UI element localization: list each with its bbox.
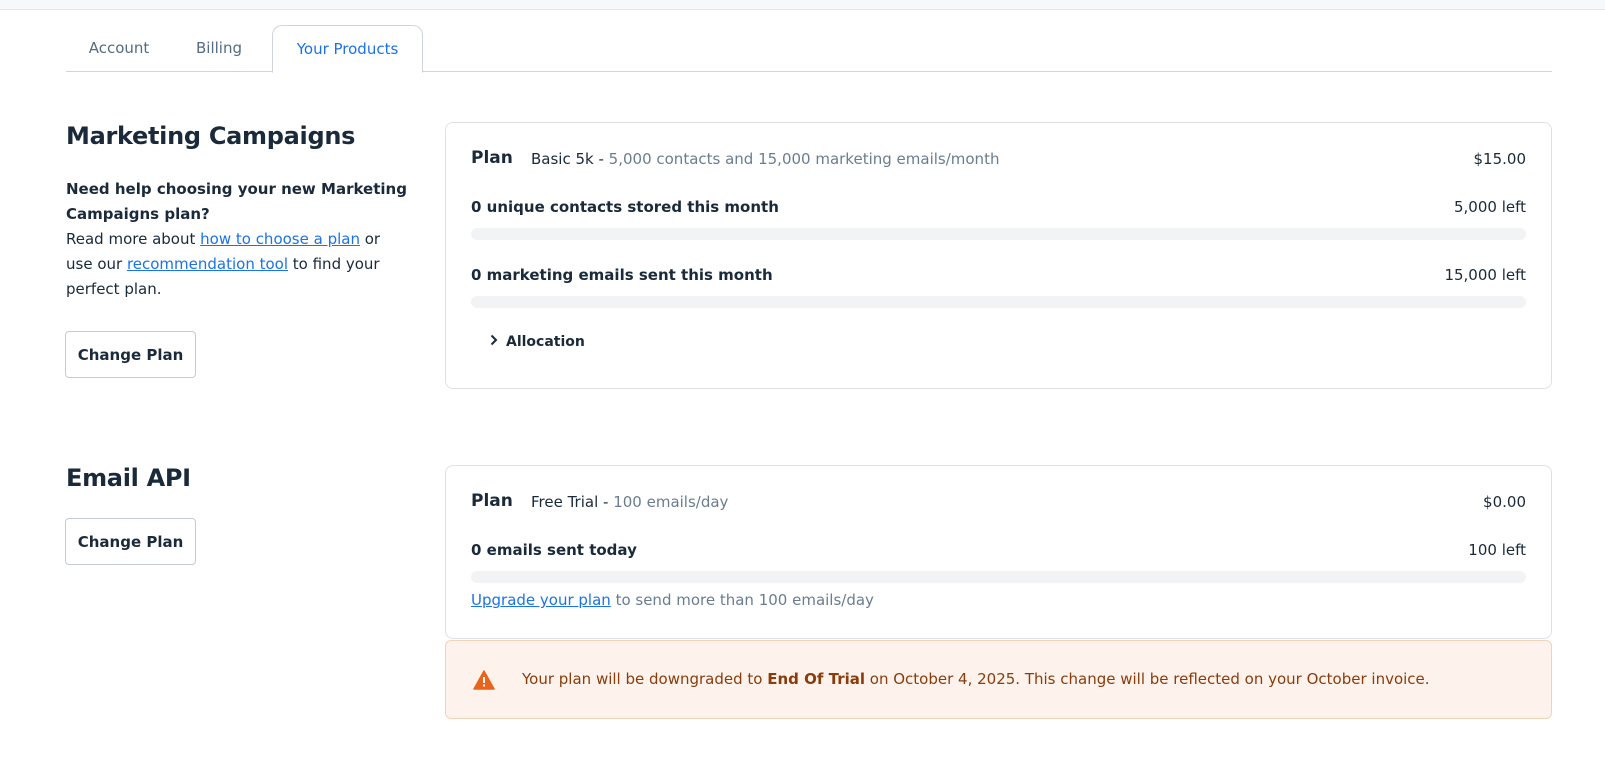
alert-plan-name: End Of Trial bbox=[767, 670, 866, 688]
plan-name: Free Trial - 100 emails/day bbox=[531, 493, 728, 511]
plan-row: Plan Free Trial - 100 emails/day $0.00 bbox=[471, 491, 1526, 515]
metric-label: 0 emails sent today bbox=[471, 541, 637, 559]
plan-name: Basic 5k - 5,000 contacts and 15,000 mar… bbox=[531, 150, 999, 168]
plan-label: Plan bbox=[471, 491, 513, 511]
metric-label: 0 unique contacts stored this month bbox=[471, 198, 779, 216]
plan-price: $0.00 bbox=[1483, 493, 1526, 511]
alert-text: Your plan will be downgraded to bbox=[522, 670, 768, 688]
allocation-label: Allocation bbox=[506, 334, 585, 350]
email-api-plan-card: Plan Free Trial - 100 emails/day $0.00 0… bbox=[445, 465, 1552, 639]
plan-name-text: Basic 5k - bbox=[531, 150, 609, 168]
help-heading: Need help choosing your new Marketing Ca… bbox=[66, 180, 407, 223]
downgrade-alert: Your plan will be downgraded to End Of T… bbox=[445, 640, 1552, 719]
email-api-title: Email API bbox=[66, 464, 191, 492]
plan-row: Plan Basic 5k - 5,000 contacts and 15,00… bbox=[471, 148, 1526, 172]
emails-metric: 0 marketing emails sent this month 15,00… bbox=[471, 266, 1526, 310]
contacts-metric: 0 unique contacts stored this month 5,00… bbox=[471, 198, 1526, 242]
upgrade-text: to send more than 100 emails/day bbox=[610, 591, 874, 609]
metric-remaining: 100 left bbox=[1468, 541, 1526, 559]
how-to-choose-plan-link[interactable]: how to choose a plan bbox=[200, 230, 360, 248]
marketing-change-plan-button[interactable]: Change Plan bbox=[65, 331, 196, 378]
plan-help-text: Need help choosing your new Marketing Ca… bbox=[66, 177, 411, 302]
top-bar bbox=[0, 0, 1605, 10]
usage-bar bbox=[471, 296, 1526, 308]
plan-name-text: Free Trial - bbox=[531, 493, 614, 511]
upgrade-message: Upgrade your plan to send more than 100 … bbox=[471, 591, 874, 609]
alert-message: Your plan will be downgraded to End Of T… bbox=[522, 670, 1430, 688]
metric-label: 0 marketing emails sent this month bbox=[471, 266, 773, 284]
tab-billing[interactable]: Billing bbox=[172, 25, 266, 72]
marketing-campaigns-title: Marketing Campaigns bbox=[66, 122, 356, 150]
email-api-change-plan-button[interactable]: Change Plan bbox=[65, 518, 196, 565]
tab-your-products[interactable]: Your Products bbox=[272, 25, 423, 73]
plan-description: 5,000 contacts and 15,000 marketing emai… bbox=[608, 150, 1000, 168]
usage-bar bbox=[471, 228, 1526, 240]
help-text: Read more about bbox=[66, 230, 201, 248]
marketing-plan-card: Plan Basic 5k - 5,000 contacts and 15,00… bbox=[445, 122, 1552, 389]
recommendation-tool-link[interactable]: recommendation tool bbox=[127, 255, 288, 273]
tab-bar: Account Billing Your Products bbox=[66, 25, 1552, 73]
upgrade-plan-link[interactable]: Upgrade your plan bbox=[471, 591, 611, 609]
metric-remaining: 15,000 left bbox=[1444, 266, 1526, 284]
allocation-toggle[interactable]: Allocation bbox=[490, 334, 585, 350]
chevron-right-icon bbox=[490, 334, 506, 350]
plan-description: 100 emails/day bbox=[613, 493, 729, 511]
alert-text: on October 4, 2025. This change will be … bbox=[865, 670, 1430, 688]
tab-account[interactable]: Account bbox=[66, 25, 172, 72]
warning-icon bbox=[473, 670, 495, 690]
emails-today-metric: 0 emails sent today 100 left bbox=[471, 541, 1526, 585]
plan-price: $15.00 bbox=[1473, 150, 1527, 168]
plan-label: Plan bbox=[471, 148, 513, 168]
usage-bar bbox=[471, 571, 1526, 583]
metric-remaining: 5,000 left bbox=[1453, 198, 1526, 216]
